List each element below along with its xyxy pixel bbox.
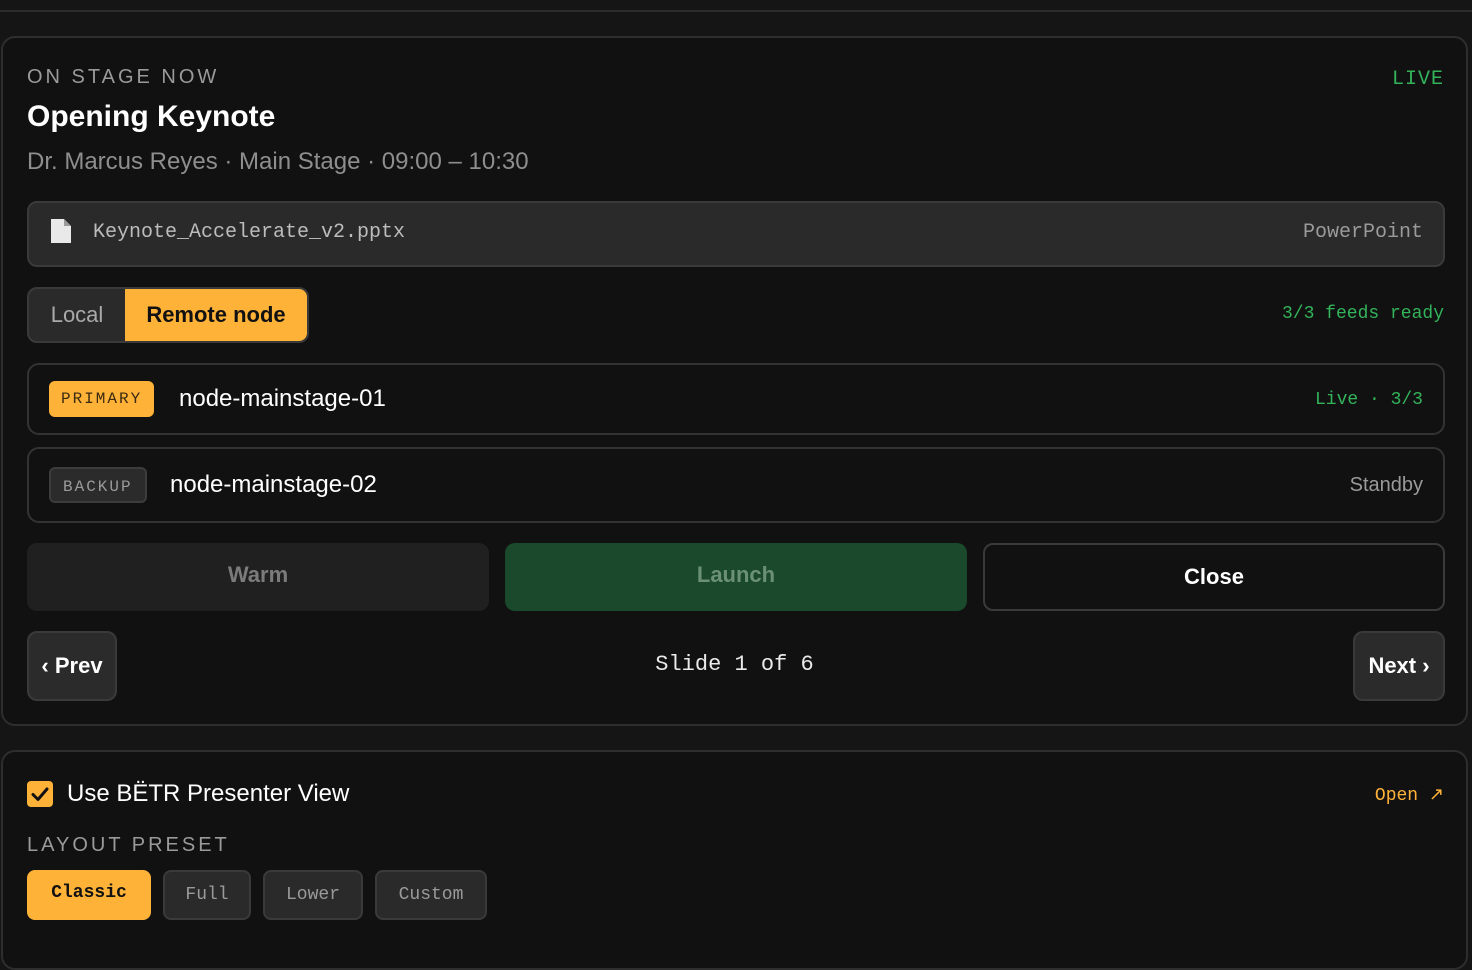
primary-node-status: Live · 3/3 [1314,390,1423,410]
document-icon [51,219,71,243]
checkmark-icon [31,787,49,801]
next-slide-button[interactable]: Next › [1353,631,1445,701]
primary-tag: PRIMARY [49,381,155,417]
preset-lower[interactable]: Lower [263,870,363,920]
mode-remote-option[interactable]: Remote node [125,289,307,341]
backup-node-name: node-mainstage-02 [170,471,377,498]
backup-tag: BACKUP [49,467,147,503]
presenter-view-label: Use BËTR Presenter View [67,780,350,807]
top-divider [0,10,1472,12]
preset-classic[interactable]: Classic [27,870,151,920]
file-bar[interactable]: Keynote_Accelerate_v2.pptx PowerPoint [27,201,1445,267]
live-indicator: LIVE [1391,68,1444,91]
file-name: Keynote_Accelerate_v2.pptx [93,221,406,244]
warm-button[interactable]: Warm [27,543,489,611]
presenter-card: Use BËTR Presenter View Open ↗ LAYOUT PR… [1,750,1468,970]
session-title: Opening Keynote [27,100,276,133]
preset-custom[interactable]: Custom [375,870,487,920]
mode-toggle: Local Remote node [27,287,309,343]
open-presenter-link[interactable]: Open ↗ [1375,784,1444,806]
backup-node-row[interactable]: BACKUP node-mainstage-02 Standby [27,447,1445,523]
preset-full[interactable]: Full [163,870,251,920]
file-type: PowerPoint [1302,221,1423,244]
close-button[interactable]: Close [983,543,1445,611]
on-stage-card: ON STAGE NOW LIVE Opening Keynote Dr. Ma… [1,36,1468,726]
slide-counter: Slide 1 of 6 [655,652,814,677]
layout-preset-heading: LAYOUT PRESET [27,834,230,856]
on-stage-eyebrow: ON STAGE NOW [27,66,220,88]
launch-button[interactable]: Launch [505,543,967,611]
backup-node-status: Standby [1349,474,1423,496]
feeds-status: 3/3 feeds ready [1281,304,1444,324]
primary-node-name: node-mainstage-01 [179,385,386,412]
session-subtitle: Dr. Marcus Reyes · Main Stage · 09:00 – … [27,148,529,175]
mode-local-option[interactable]: Local [29,289,125,341]
primary-node-row[interactable]: PRIMARY node-mainstage-01 Live · 3/3 [27,363,1445,435]
presenter-view-checkbox[interactable] [27,781,53,807]
